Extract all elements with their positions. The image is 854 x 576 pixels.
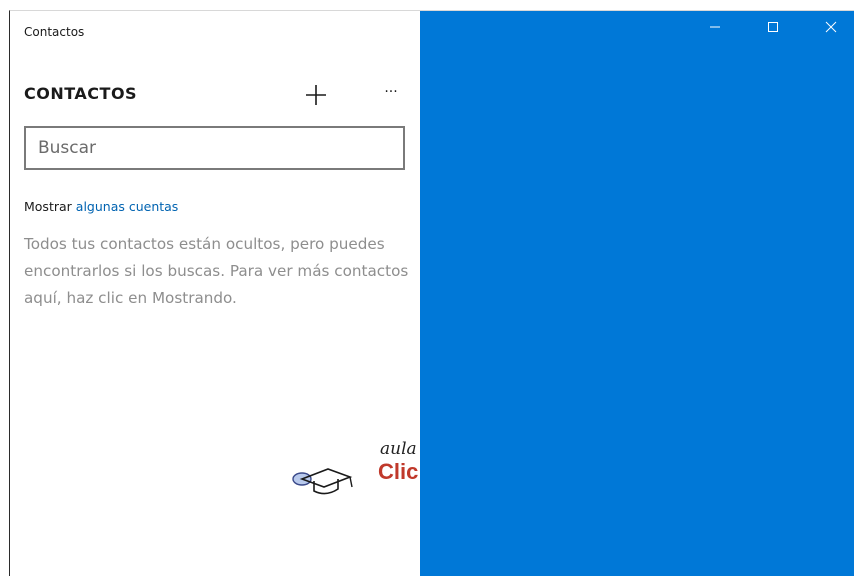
contacts-window: Contactos CONTACTOS ··· Mostrar algunas … (9, 10, 854, 576)
close-button[interactable] (808, 11, 854, 43)
mortarboard-icon (292, 468, 353, 495)
search-box[interactable] (24, 126, 405, 170)
detail-pane (420, 11, 854, 576)
watermark-logo: aula Clic (280, 439, 430, 499)
app-title: Contactos (24, 25, 85, 39)
maximize-button[interactable] (750, 11, 796, 43)
plus-icon (306, 85, 326, 105)
filter-accounts-link[interactable]: algunas cuentas (76, 199, 179, 214)
empty-state-message: Todos tus contactos están ocultos, pero … (24, 235, 409, 307)
more-options-button[interactable]: ··· (378, 83, 404, 107)
minimize-icon (710, 26, 720, 28)
maximize-icon (768, 22, 778, 32)
filter-line: Mostrar algunas cuentas (24, 199, 178, 214)
add-contact-button[interactable] (302, 81, 330, 109)
minimize-button[interactable] (692, 11, 738, 43)
watermark-clic-text: Clic (378, 459, 419, 484)
contacts-pane: Contactos CONTACTOS ··· Mostrar algunas … (10, 11, 420, 576)
close-icon (825, 21, 837, 33)
filter-prefix: Mostrar (24, 199, 72, 214)
page-title: CONTACTOS (24, 84, 138, 103)
watermark-aula-text: aula (380, 439, 417, 459)
search-input[interactable] (26, 128, 403, 168)
